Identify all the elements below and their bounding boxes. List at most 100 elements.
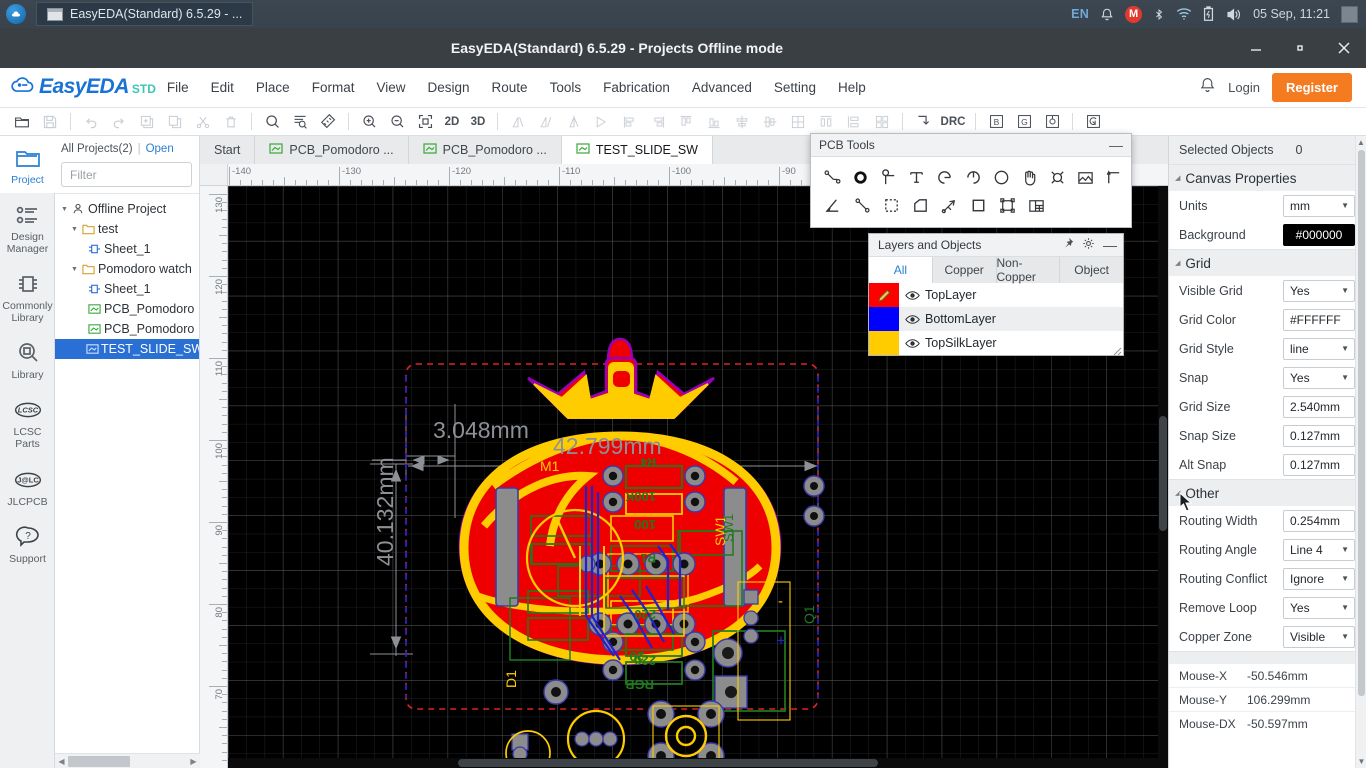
line-segment-icon[interactable]: [848, 191, 876, 219]
tree-item-sheet-1-b[interactable]: Sheet_1: [55, 279, 199, 299]
tree-item-pomodoro-watch[interactable]: ▼ Pomodoro watch: [55, 259, 199, 279]
canvas-hscrollbar[interactable]: [228, 758, 1168, 768]
tab-pcb-pomodoro-1[interactable]: PCB_Pomodoro ...: [255, 136, 409, 164]
layers-tab-object[interactable]: Object: [1060, 257, 1123, 283]
view-2d-button[interactable]: 2D: [439, 109, 465, 135]
minimize-icon[interactable]: —: [1103, 238, 1117, 252]
group-other[interactable]: ◢ Other: [1169, 479, 1366, 506]
solid-region-icon[interactable]: [906, 191, 934, 219]
scroll-thumb[interactable]: [68, 755, 130, 767]
open-project-link[interactable]: Open: [146, 143, 174, 155]
layer-color-swatch[interactable]: [869, 283, 899, 307]
menu-place[interactable]: Place: [245, 74, 301, 101]
tab-test-slide-sw[interactable]: TEST_SLIDE_SW: [561, 136, 713, 164]
register-button[interactable]: Register: [1271, 73, 1352, 102]
routing-angle-select[interactable]: Line 4 ▼: [1283, 538, 1355, 561]
arc-icon[interactable]: [931, 163, 958, 191]
via-icon[interactable]: [875, 163, 902, 191]
bell-icon[interactable]: [1100, 7, 1114, 22]
circle-icon[interactable]: [988, 163, 1015, 191]
notification-bell-icon[interactable]: [1199, 76, 1216, 99]
measure-ruler-icon[interactable]: [314, 109, 342, 135]
menu-setting[interactable]: Setting: [763, 74, 827, 101]
view-3d-button[interactable]: 3D: [465, 109, 491, 135]
scroll-thumb[interactable]: [1358, 150, 1365, 696]
project-panel-hscrollbar[interactable]: ◀ ▶: [55, 753, 200, 768]
tree-item-pcb-pomodoro-2[interactable]: PCB_Pomodoro: [55, 319, 199, 339]
find-similar-icon[interactable]: [286, 109, 314, 135]
tree-item-offline-project[interactable]: ▼ Offline Project: [55, 199, 199, 219]
language-indicator[interactable]: EN: [1071, 7, 1089, 21]
scroll-thumb[interactable]: [458, 759, 878, 767]
tree-item-test-slide-sw[interactable]: TEST_SLIDE_SW: [55, 339, 199, 359]
zoom-fit-icon[interactable]: [411, 109, 439, 135]
layers-tab-non-copper[interactable]: Non-Copper: [997, 256, 1061, 284]
search-icon[interactable]: [258, 109, 286, 135]
menu-file[interactable]: File: [156, 74, 200, 101]
twisty-icon[interactable]: ▼: [69, 226, 80, 233]
grid-size-input[interactable]: 2.540mm: [1283, 395, 1355, 418]
zoom-in-icon[interactable]: [355, 109, 383, 135]
track-icon[interactable]: [819, 163, 846, 191]
properties-scrollbar[interactable]: ▲ ▼: [1355, 136, 1366, 768]
gear-icon[interactable]: [1082, 237, 1095, 253]
photo-view-icon[interactable]: [1079, 109, 1107, 135]
rectangle-icon[interactable]: [964, 191, 992, 219]
start-orb-icon[interactable]: [6, 4, 26, 24]
scroll-down-icon[interactable]: ▼: [1356, 755, 1366, 768]
bluetooth-icon[interactable]: [1153, 7, 1165, 22]
twisty-icon[interactable]: ▼: [59, 206, 70, 213]
tab-pcb-pomodoro-2[interactable]: PCB_Pomodoro ...: [409, 136, 562, 164]
brand-logo[interactable]: EasyEDA STD: [10, 75, 156, 100]
scroll-right-icon[interactable]: ▶: [187, 757, 200, 766]
eye-icon[interactable]: [899, 314, 925, 325]
hand-drag-icon[interactable]: [1016, 163, 1043, 191]
scroll-thumb[interactable]: [1159, 416, 1167, 531]
close-button[interactable]: [1322, 28, 1366, 68]
angle-icon[interactable]: [819, 191, 847, 219]
minimize-button[interactable]: [1234, 28, 1278, 68]
table-icon[interactable]: [1022, 191, 1050, 219]
panelize-icon[interactable]: [993, 191, 1021, 219]
scroll-left-icon[interactable]: ◀: [55, 757, 68, 766]
layer-row-toplayer[interactable]: TopLayer: [869, 283, 1123, 307]
eye-icon[interactable]: [899, 290, 925, 301]
battery-charging-icon[interactable]: [1203, 6, 1214, 22]
layers-tab-copper[interactable]: Copper: [933, 257, 997, 283]
tree-item-test[interactable]: ▼ test: [55, 219, 199, 239]
menu-route[interactable]: Route: [481, 74, 539, 101]
gerber-icon[interactable]: G: [1010, 109, 1038, 135]
zoom-out-icon[interactable]: [383, 109, 411, 135]
project-filter-input[interactable]: Filter: [61, 162, 192, 187]
protractor-icon[interactable]: [935, 191, 963, 219]
scroll-up-icon[interactable]: ▲: [1356, 136, 1366, 149]
grid-style-select[interactable]: line ▼: [1283, 337, 1355, 360]
text-icon[interactable]: [903, 163, 930, 191]
background-color-input[interactable]: #000000: [1283, 223, 1355, 246]
tree-item-sheet-1[interactable]: Sheet_1: [55, 239, 199, 259]
layers-panel-header[interactable]: Layers and Objects —: [869, 234, 1123, 257]
hole-icon[interactable]: [1044, 163, 1071, 191]
copper-zone-select[interactable]: Visible ▼: [1283, 625, 1355, 648]
pin-icon[interactable]: [1061, 237, 1074, 253]
maximize-button[interactable]: [1278, 28, 1322, 68]
twisty-icon[interactable]: ▼: [69, 266, 80, 273]
rail-item-support[interactable]: ? Support: [0, 515, 55, 572]
layer-color-swatch[interactable]: [869, 331, 899, 355]
open-folder-icon[interactable]: [8, 109, 36, 135]
layer-row-bottomlayer[interactable]: BottomLayer: [869, 307, 1123, 331]
routing-width-input[interactable]: 0.254mm: [1283, 509, 1355, 532]
routing-conflict-select[interactable]: Ignore ▼: [1283, 567, 1355, 590]
copper-area-icon[interactable]: [877, 191, 905, 219]
menu-tools[interactable]: Tools: [539, 74, 593, 101]
menu-help[interactable]: Help: [827, 74, 877, 101]
snap-select[interactable]: Yes ▼: [1283, 366, 1355, 389]
alt-snap-input[interactable]: 0.127mm: [1283, 453, 1355, 476]
grid-color-input[interactable]: #FFFFFF: [1283, 308, 1355, 331]
pad-icon[interactable]: [847, 163, 874, 191]
layer-row-topsilklayer[interactable]: TopSilkLayer: [869, 331, 1123, 356]
rail-item-project[interactable]: Project: [0, 136, 55, 194]
menu-advanced[interactable]: Advanced: [681, 74, 763, 101]
remove-loop-select[interactable]: Yes ▼: [1283, 596, 1355, 619]
tree-item-pcb-pomodoro-1[interactable]: PCB_Pomodoro: [55, 299, 199, 319]
